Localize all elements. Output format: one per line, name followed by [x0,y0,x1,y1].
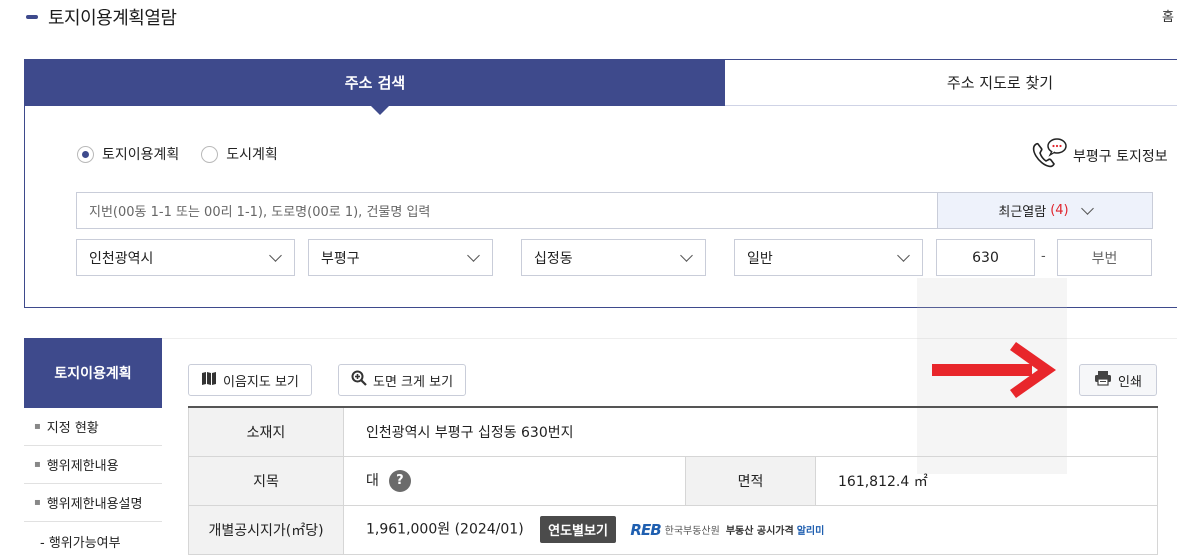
reb-org-name: 한국부동산원 [664,526,720,537]
tab-map-search[interactable]: 주소 지도로 찾기 [725,59,1177,106]
title-marker [26,15,38,19]
side-menu-item[interactable]: ▪ 행위제한내용설명 [24,484,162,522]
side-menu-item-label: 행위제한내용 [46,459,119,474]
area-header: 면적 [685,455,816,506]
red-arrow-annotation [930,338,1060,406]
radio-land-use-label[interactable]: 토지이용계획 [102,144,179,164]
land-category-cell: 대? [343,455,686,506]
land-price-value: 1,961,000원 (2024/01) [366,521,524,538]
recent-views-button[interactable]: 최근열람 (4) [937,192,1153,229]
table-row: 개별공시지가(㎡당) 1,961,000원 (2024/01) 연도별보기 RE… [188,504,1158,555]
help-icon[interactable]: ? [388,469,411,492]
location-header: 소재지 [188,406,344,457]
phone-chat-icon [1029,137,1069,175]
chevron-down-icon [467,248,480,262]
city-select-value: 인천광역시 [89,250,154,267]
side-menu-item[interactable]: ▪ 행위제한내용 [24,446,162,484]
chevron-down-icon [269,248,282,262]
lot-type-select-value: 일반 [747,250,773,267]
search-panel: 주소 검색 주소 지도로 찾기 토지이용계획 도시계획 부평구 토지정보 지번(… [24,59,1177,308]
map-view-label: 이음지도 보기 [223,374,299,390]
tab-active-caret [370,105,390,115]
reb-alert-label: 알리미 [796,526,825,537]
table-row: 소재지 인천광역시 부평구 십정동 630번지 [188,406,1158,457]
table-row: 지목 대? 면적 161,812.4 ㎡ [188,455,1158,506]
city-select[interactable]: 인천광역시 [76,239,295,276]
side-menu-header[interactable]: 토지이용계획 [24,338,162,408]
side-menu: 토지이용계획 ▪ 지정 현황 ▪ 행위제한내용 ▪ 행위제한내용설명 - 행위가… [24,338,162,558]
radio-land-use[interactable] [77,145,94,163]
area-value: 161,812.4 ㎡ [815,455,1158,506]
dong-select-value: 십정동 [534,250,573,267]
land-info-table: 소재지 인천광역시 부평구 십정동 630번지 지목 대? 면적 161,812… [188,406,1158,555]
side-menu-item[interactable]: ▪ 지정 현황 [24,408,162,446]
chevron-down-icon [897,248,910,262]
district-select[interactable]: 부평구 [308,239,493,276]
contact-label: 부평구 토지정보 [1073,149,1168,165]
reb-logo: REB [630,520,661,539]
side-menu-subitem[interactable]: - 행위가능여부 [24,522,162,558]
district-select-value: 부평구 [321,250,360,267]
yearly-view-button[interactable]: 연도별보기 [540,516,616,543]
side-menu-item-label: 행위제한내용설명 [46,497,143,512]
chevron-down-icon [680,248,693,262]
reb-price-link[interactable]: REB 한국부동산원 부동산 공시가격 알리미 [630,521,824,539]
printer-icon [1094,370,1118,390]
print-label: 인쇄 [1118,374,1142,390]
land-category-header: 지목 [188,455,344,506]
reb-price-label: 부동산 공시가격 [725,526,794,537]
contact-info[interactable]: 부평구 토지정보 [1029,137,1168,175]
bullet-icon: ▪ [34,497,41,508]
page-title: 토지이용계획열람 [48,8,177,29]
map-icon [201,371,223,390]
land-price-header: 개별공시지가(㎡당) [188,504,344,555]
home-link[interactable]: 홈 [1162,6,1174,25]
radio-urban-plan-label[interactable]: 도시계획 [226,144,278,164]
side-menu-subitem-label: - 행위가능여부 [40,535,121,551]
main-number-input[interactable]: 630 [936,239,1035,276]
zoom-map-button[interactable]: 도면 크게 보기 [338,364,467,396]
search-tabs: 주소 검색 주소 지도로 찾기 [25,59,1177,115]
chevron-down-icon [1080,201,1094,215]
plan-type-radios: 토지이용계획 도시계획 [77,144,300,164]
land-price-cell: 1,961,000원 (2024/01) 연도별보기 REB 한국부동산원 부동… [343,504,1158,555]
print-button[interactable]: 인쇄 [1079,364,1157,396]
lot-type-select[interactable]: 일반 [734,239,923,276]
page-header: 토지이용계획열람 [26,4,177,30]
recent-views-count: (4) [1050,203,1069,218]
bullet-icon: ▪ [34,421,41,432]
zoom-map-label: 도면 크게 보기 [373,374,454,390]
location-value: 인천광역시 부평구 십정동 630번지 [343,406,1158,457]
address-search-input[interactable]: 지번(00동 1-1 또는 00리 1-1), 도로명(00로 1), 건물명 … [76,192,938,229]
map-view-button[interactable]: 이음지도 보기 [188,364,312,396]
side-menu-item-label: 지정 현황 [46,421,99,436]
recent-views-label: 최근열람 [998,205,1047,220]
number-dash: - [1041,249,1046,264]
dong-select[interactable]: 십정동 [521,239,706,276]
tab-address-search[interactable]: 주소 검색 [25,59,725,106]
sub-number-input[interactable]: 부번 [1057,239,1152,276]
land-category-value: 대 [366,472,379,489]
bullet-icon: ▪ [34,459,41,470]
radio-urban-plan[interactable] [201,145,219,163]
zoom-in-icon [351,370,373,390]
